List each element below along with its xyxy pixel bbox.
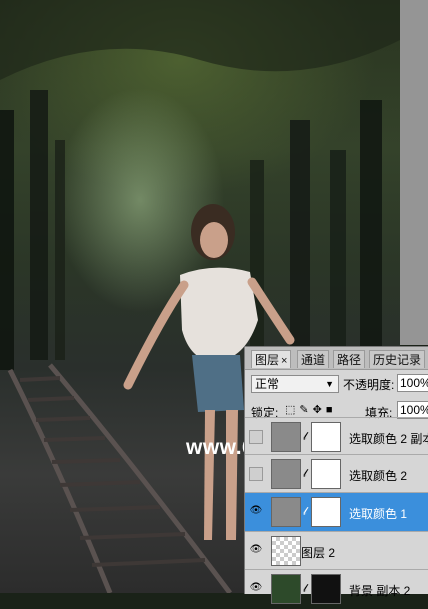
eye-icon[interactable]: 👁 [249,505,263,519]
layer-name[interactable]: 选取颜色 2 副本 [349,430,428,447]
lock-transparent-icon[interactable]: ⬚ [285,404,299,416]
chevron-down-icon: ▼ [325,379,334,389]
tab-layers[interactable]: 图层 × [251,350,292,368]
mask-thumbnail[interactable] [311,459,341,489]
tab-paths[interactable]: 路径 [333,350,366,368]
lock-paint-icon[interactable]: ✎ [299,404,312,416]
opacity-label: 不透明度: [343,378,395,392]
photo-thumbnail [271,574,301,604]
visibility-toggle[interactable] [249,430,263,444]
adjustment-thumbnail [271,497,301,527]
layer-thumbnail [271,536,301,566]
layer-name[interactable]: 选取颜色 1 [349,505,407,522]
link-icon: 𝓁 [303,506,307,518]
close-icon[interactable]: × [281,355,287,367]
mask-thumbnail[interactable] [311,422,341,452]
lock-all-icon[interactable]: ■ [326,404,337,416]
tab-label: 路径 [337,353,362,367]
link-icon: 𝓁 [303,431,307,443]
tab-channels[interactable]: 通道 [297,350,330,368]
layer-name[interactable]: 选取颜色 2 [349,467,407,484]
eye-icon[interactable]: 👁 [249,544,263,558]
tab-label: 通道 [301,353,326,367]
visibility-toggle[interactable] [249,467,263,481]
lock-move-icon[interactable]: ✥ [313,404,326,416]
link-icon: 𝓁 [303,583,307,595]
mask-thumbnail[interactable] [311,574,341,604]
opacity-input[interactable]: 100% [397,374,428,392]
tab-history[interactable]: 历史记录 [369,350,426,368]
tab-label: 图层 [255,353,280,367]
tab-label: 历史记录 [373,353,422,367]
layer-row[interactable]: 𝓁 选取颜色 2 副本 [245,417,428,457]
link-icon: 𝓁 [303,468,307,480]
panel-tabs: 图层 × 通道 路径 历史记录 [245,347,428,370]
layers-panel: 图层 × 通道 路径 历史记录 正常 ▼ 不透明度: 100% 锁定: ⬚✎✥■ … [244,346,428,604]
mask-thumbnail[interactable] [311,497,341,527]
adjustment-thumbnail [271,459,301,489]
blend-mode-select[interactable]: 正常 ▼ [251,375,339,393]
layer-name[interactable]: 图层 2 [301,544,335,561]
layer-name[interactable]: 背景 副本 2 [349,582,410,599]
layer-row-selected[interactable]: 👁 𝓁 选取颜色 1 [245,492,428,532]
layer-row[interactable]: 👁 图层 2 [245,531,428,571]
eye-icon[interactable]: 👁 [249,582,263,596]
adjustment-thumbnail [271,422,301,452]
blend-mode-value: 正常 [255,377,280,391]
canvas-background [400,0,428,345]
lock-icons: ⬚✎✥■ [285,403,337,416]
layer-row[interactable]: 👁 𝓁 背景 副本 2 [245,569,428,609]
layer-row[interactable]: 𝓁 选取颜色 2 [245,454,428,494]
